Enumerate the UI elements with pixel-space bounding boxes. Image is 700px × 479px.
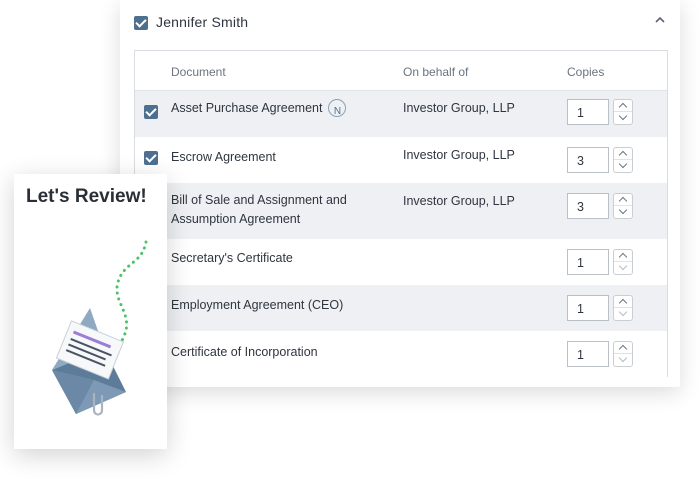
row-checkbox[interactable] [144, 105, 158, 119]
copies-stepper[interactable] [613, 99, 633, 125]
badge-letter: N [333, 105, 342, 117]
stepper-up-icon[interactable] [614, 148, 632, 160]
document-label: Asset Purchase Agreement [171, 101, 323, 115]
copies-input[interactable]: 1 [567, 295, 609, 321]
table-row[interactable]: Certificate of Incorporation 1 [135, 331, 667, 377]
stepper-up-icon[interactable] [614, 296, 632, 308]
signer-checkbox[interactable] [134, 16, 148, 30]
document-line-1: Bill of Sale and Assignment and [171, 193, 347, 207]
copies-input[interactable]: 1 [567, 249, 609, 275]
signer-header[interactable]: Jennifer Smith [120, 0, 680, 46]
review-title: Let's Review! [26, 186, 147, 207]
stepper-down-icon[interactable] [614, 206, 632, 218]
behalf-value: Investor Group, LLP [403, 148, 515, 162]
column-header-behalf: On behalf of [403, 65, 469, 79]
table-header: Document On behalf of Copies [135, 51, 667, 91]
copies-input[interactable]: 3 [567, 193, 609, 219]
table-row[interactable]: Secretary's Certificate 1 [135, 239, 667, 285]
copies-stepper[interactable] [613, 249, 633, 275]
document-name: Secretary's Certificate [171, 251, 293, 265]
copies-input[interactable]: 1 [567, 341, 609, 367]
copies-stepper[interactable] [613, 295, 633, 321]
envelope-illustration [52, 240, 148, 416]
document-name: Bill of Sale and Assignment and Assumptio… [171, 191, 347, 229]
stepper-up-icon[interactable] [614, 100, 632, 112]
stepper-down-icon[interactable] [614, 262, 632, 274]
table-row[interactable]: Asset Purchase Agreement N Investor Group… [135, 91, 667, 137]
row-checkbox[interactable] [144, 151, 158, 165]
signer-name: Jennifer Smith [156, 14, 249, 30]
document-name: Escrow Agreement [171, 150, 276, 164]
chevron-up-icon[interactable] [654, 14, 666, 26]
stepper-down-icon[interactable] [614, 354, 632, 366]
behalf-value: Investor Group, LLP [403, 194, 515, 208]
table-row[interactable]: Employment Agreement (CEO) 1 [135, 285, 667, 331]
column-header-document: Document [171, 65, 226, 79]
table-row[interactable]: Bill of Sale and Assignment and Assumptio… [135, 183, 667, 239]
stepper-down-icon[interactable] [614, 112, 632, 124]
n-badge-icon[interactable]: N [328, 98, 347, 117]
review-card: Let's Review! [14, 174, 167, 449]
document-line-2: Assumption Agreement [171, 212, 301, 226]
signer-card: Jennifer Smith Document On behalf of Cop… [120, 0, 680, 387]
behalf-value: Investor Group, LLP [403, 101, 515, 115]
stepper-up-icon[interactable] [614, 250, 632, 262]
document-name: Certificate of Incorporation [171, 345, 318, 359]
stepper-down-icon[interactable] [614, 308, 632, 320]
table-row[interactable]: Escrow Agreement Investor Group, LLP 3 [135, 137, 667, 183]
copies-input[interactable]: 3 [567, 147, 609, 173]
stepper-up-icon[interactable] [614, 342, 632, 354]
copies-stepper[interactable] [613, 147, 633, 173]
copies-stepper[interactable] [613, 193, 633, 219]
documents-table: Document On behalf of Copies Asset Purch… [134, 50, 668, 377]
document-name: Asset Purchase Agreement N [171, 98, 347, 118]
document-name: Employment Agreement (CEO) [171, 298, 344, 312]
copies-stepper[interactable] [613, 341, 633, 367]
column-header-copies: Copies [567, 65, 605, 79]
copies-input[interactable]: 1 [567, 99, 609, 125]
stepper-down-icon[interactable] [614, 160, 632, 172]
stepper-up-icon[interactable] [614, 194, 632, 206]
